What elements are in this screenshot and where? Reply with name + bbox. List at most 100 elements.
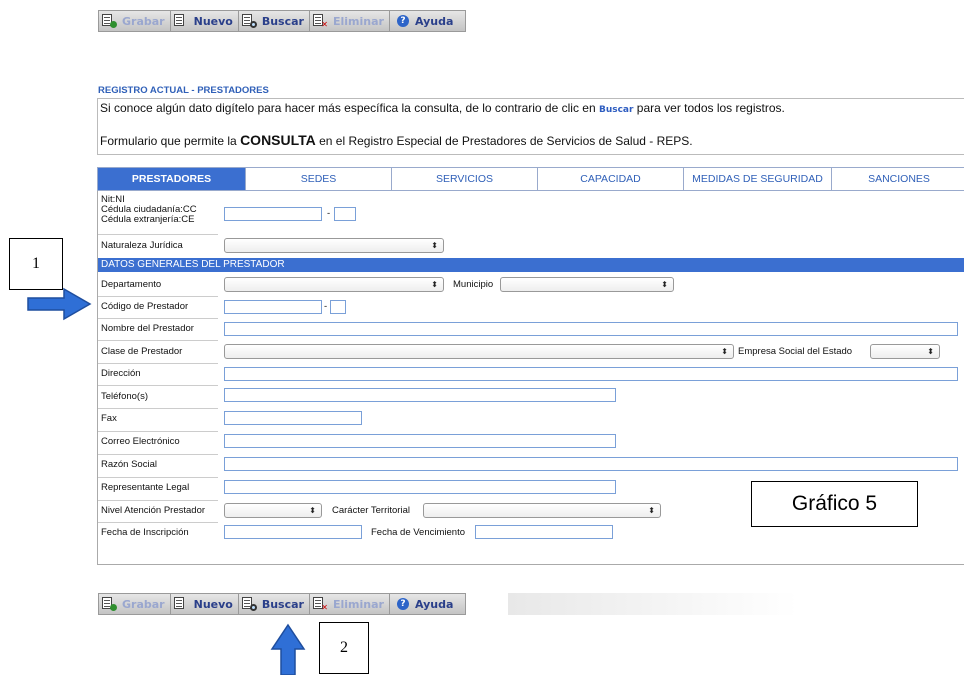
telefono-label: Teléfono(s) bbox=[101, 391, 148, 402]
representante-input[interactable] bbox=[224, 480, 616, 494]
divider bbox=[98, 296, 218, 297]
codigo-sede-input[interactable] bbox=[330, 300, 346, 314]
empresa-social-select[interactable]: ⬍ bbox=[870, 344, 940, 359]
select-arrows-icon: ⬍ bbox=[661, 280, 668, 289]
tab-bar: PRESTADORES SEDES SERVICIOS CAPACIDAD ME… bbox=[97, 167, 964, 191]
nit-input[interactable] bbox=[224, 207, 322, 221]
save-doc-icon bbox=[102, 597, 117, 611]
divider bbox=[98, 477, 218, 478]
nivel-atencion-label: Nivel Atención Prestador bbox=[101, 505, 206, 516]
naturaleza-select[interactable]: ⬍ bbox=[224, 238, 444, 253]
new-doc-icon bbox=[173, 14, 189, 28]
eliminar-label: Eliminar bbox=[332, 14, 384, 28]
ayuda-button[interactable]: ? Ayuda bbox=[389, 11, 466, 31]
naturaleza-label: Naturaleza Jurídica bbox=[101, 240, 183, 251]
buscar-link[interactable]: Buscar bbox=[599, 105, 633, 115]
nuevo-label: Nuevo bbox=[193, 597, 233, 611]
codigo-dash: - bbox=[324, 301, 328, 312]
municipio-select[interactable]: ⬍ bbox=[500, 277, 674, 292]
eliminar-button[interactable]: ✕ Eliminar bbox=[309, 594, 390, 614]
select-arrows-icon: ⬍ bbox=[431, 241, 438, 250]
telefono-input[interactable] bbox=[224, 388, 616, 402]
divider bbox=[98, 431, 218, 432]
buscar-button[interactable]: Buscar bbox=[238, 11, 310, 31]
fax-label: Fax bbox=[101, 413, 117, 424]
select-arrows-icon: ⬍ bbox=[309, 506, 316, 515]
new-doc-icon bbox=[173, 597, 189, 611]
nombre-label: Nombre del Prestador bbox=[101, 323, 194, 334]
representante-label: Representante Legal bbox=[101, 482, 190, 493]
nit-label: Nit:NI Cédula ciudadanía:CC Cédula extra… bbox=[101, 195, 197, 225]
bottom-toolbar: Grabar Nuevo Buscar ✕ Eliminar ? Ayuda bbox=[98, 593, 467, 615]
nit-label-ce: Cédula extranjería:CE bbox=[101, 214, 195, 225]
divider bbox=[98, 500, 218, 501]
form-description-end: en el Registro Especial de Prestadores d… bbox=[315, 134, 693, 148]
divider bbox=[98, 454, 218, 455]
annotation-2-box: 2 bbox=[319, 622, 369, 674]
save-doc-icon bbox=[102, 14, 117, 28]
tab-sedes[interactable]: SEDES bbox=[246, 168, 392, 190]
correo-input[interactable] bbox=[224, 434, 616, 448]
eliminar-button[interactable]: ✕ Eliminar bbox=[309, 11, 390, 31]
fecha-inscripcion-label: Fecha de Inscripción bbox=[101, 527, 189, 538]
help-icon: ? bbox=[396, 15, 409, 27]
departamento-select[interactable]: ⬍ bbox=[224, 277, 444, 292]
select-arrows-icon: ⬍ bbox=[648, 506, 655, 515]
empresa-social-label: Empresa Social del Estado bbox=[738, 346, 853, 357]
fecha-vencimiento-input[interactable] bbox=[475, 525, 613, 539]
delete-doc-icon: ✕ bbox=[312, 597, 328, 612]
help-icon: ? bbox=[396, 598, 409, 610]
nuevo-button[interactable]: Nuevo bbox=[170, 11, 239, 31]
clase-select[interactable]: ⬍ bbox=[224, 344, 734, 359]
annotation-1-box: 1 bbox=[9, 238, 63, 290]
buscar-label: Buscar bbox=[261, 14, 304, 28]
nombre-input[interactable] bbox=[224, 322, 958, 336]
nuevo-button[interactable]: Nuevo bbox=[170, 594, 239, 614]
consulta-bold: CONSULTA bbox=[240, 132, 316, 148]
correo-label: Correo Electrónico bbox=[101, 436, 180, 447]
grabar-label: Grabar bbox=[122, 597, 165, 611]
info-line-1: Si conoce algún dato digítelo para hacer… bbox=[100, 101, 785, 115]
tab-medidas-de-seguridad[interactable]: MEDIDAS DE SEGURIDAD bbox=[684, 168, 832, 190]
info-text-end: para ver todos los registros. bbox=[633, 101, 785, 115]
fecha-inscripcion-input[interactable] bbox=[224, 525, 362, 539]
razon-social-label: Razón Social bbox=[101, 459, 157, 470]
grabar-button[interactable]: Grabar bbox=[99, 594, 171, 614]
nit-dash: - bbox=[327, 208, 331, 219]
fecha-vencimiento-label: Fecha de Vencimiento bbox=[371, 527, 466, 538]
select-arrows-icon: ⬍ bbox=[927, 347, 934, 356]
razon-social-input[interactable] bbox=[224, 457, 958, 471]
tab-sanciones[interactable]: SANCIONES bbox=[832, 168, 964, 190]
caracter-territorial-select[interactable]: ⬍ bbox=[423, 503, 661, 518]
divider bbox=[98, 522, 218, 523]
nit-dv-input[interactable] bbox=[334, 207, 356, 221]
divider bbox=[98, 234, 218, 235]
divider bbox=[98, 340, 218, 341]
info-box: Si conoce algún dato digítelo para hacer… bbox=[97, 98, 964, 155]
toolbar-shadow bbox=[508, 593, 798, 615]
tab-servicios[interactable]: SERVICIOS bbox=[392, 168, 538, 190]
municipio-label: Municipio bbox=[453, 279, 494, 290]
ayuda-button[interactable]: ? Ayuda bbox=[389, 594, 466, 614]
arrow-up-icon bbox=[270, 623, 306, 675]
ayuda-label: Ayuda bbox=[414, 14, 454, 28]
buscar-button[interactable]: Buscar bbox=[238, 594, 310, 614]
tab-capacidad[interactable]: CAPACIDAD bbox=[538, 168, 684, 190]
caracter-territorial-label: Carácter Territorial bbox=[332, 505, 410, 516]
search-doc-icon bbox=[241, 597, 257, 611]
fax-input[interactable] bbox=[224, 411, 362, 425]
direccion-input[interactable] bbox=[224, 367, 958, 381]
tab-prestadores[interactable]: PRESTADORES bbox=[98, 168, 246, 190]
info-text: Si conoce algún dato digítelo para hacer… bbox=[100, 101, 599, 115]
grabar-button[interactable]: Grabar bbox=[99, 11, 171, 31]
nuevo-label: Nuevo bbox=[193, 14, 233, 28]
datos-generales-header: DATOS GENERALES DEL PRESTADOR bbox=[98, 258, 964, 272]
grabar-label: Grabar bbox=[122, 14, 165, 28]
nivel-atencion-select[interactable]: ⬍ bbox=[224, 503, 322, 518]
codigo-input[interactable] bbox=[224, 300, 322, 314]
clase-label: Clase de Prestador bbox=[101, 346, 183, 357]
divider bbox=[98, 363, 218, 364]
info-line-2: Formulario que permite la CONSULTA en el… bbox=[100, 132, 693, 148]
select-arrows-icon: ⬍ bbox=[431, 280, 438, 289]
divider bbox=[98, 408, 218, 409]
